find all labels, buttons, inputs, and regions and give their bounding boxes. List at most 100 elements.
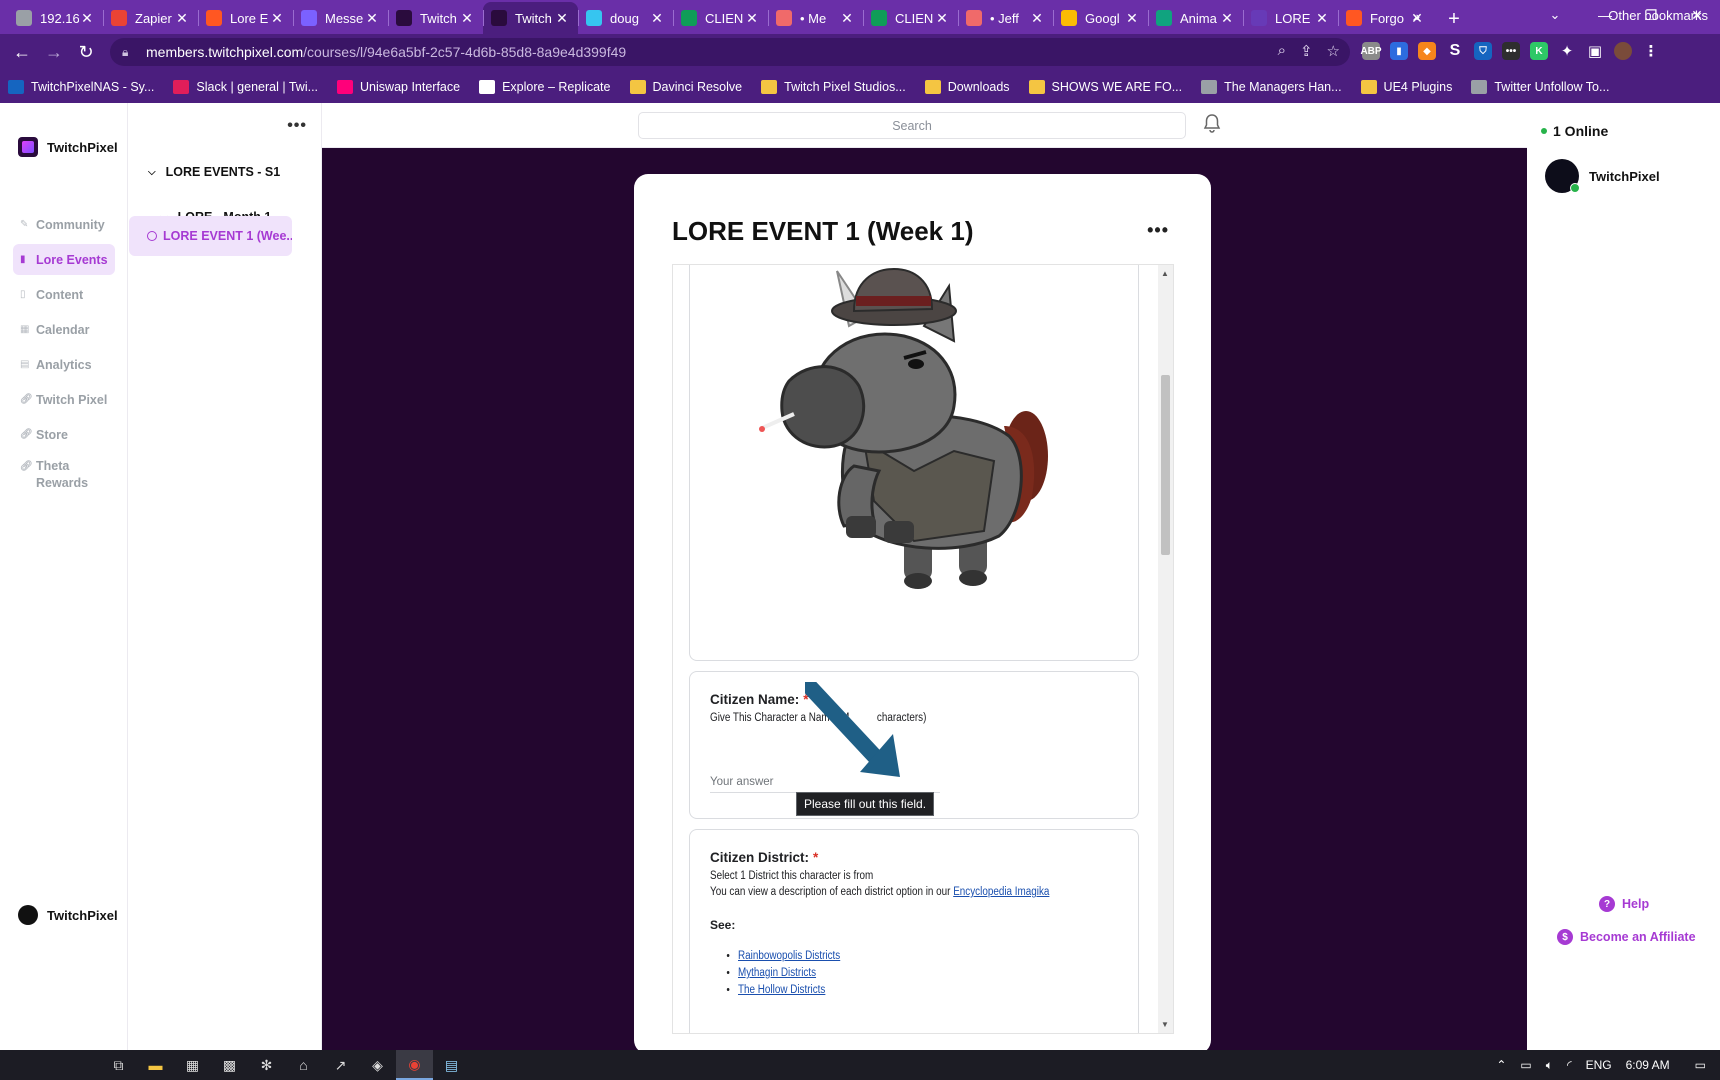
- browser-tab[interactable]: doug ✕: [578, 2, 673, 34]
- scrollbar-thumb[interactable]: [1161, 375, 1170, 555]
- close-tab-icon[interactable]: ✕: [934, 10, 950, 27]
- scroll-up-icon[interactable]: ▲: [1161, 269, 1169, 278]
- apps-grid-icon[interactable]: ▩: [211, 1050, 248, 1080]
- close-tab-icon[interactable]: ✕: [554, 10, 570, 27]
- share-icon[interactable]: ⇪: [1300, 42, 1313, 60]
- volume-icon[interactable]: 🔈︎: [1546, 1058, 1553, 1073]
- sidebar-item-lore-events[interactable]: ▮ Lore Events: [13, 244, 115, 275]
- bookmark-item[interactable]: Twitter Unfollow To...: [1471, 79, 1609, 94]
- forward-icon[interactable]: →: [38, 36, 70, 68]
- close-tab-icon[interactable]: ✕: [1314, 10, 1330, 27]
- calculator-icon[interactable]: ▦: [174, 1050, 211, 1080]
- close-tab-icon[interactable]: ✕: [744, 10, 760, 27]
- side-panel-icon[interactable]: ▣: [1586, 42, 1604, 60]
- bookmark-item[interactable]: Downloads: [924, 79, 1010, 94]
- network-app-icon[interactable]: ⌂: [285, 1050, 322, 1080]
- lesson-item-active[interactable]: LORE EVENT 1 (Wee...: [129, 216, 292, 256]
- brand[interactable]: TwitchPixel: [18, 137, 118, 157]
- sidebar-item-theta-rewards[interactable]: 🔗︎ Theta Rewards: [13, 454, 115, 494]
- close-tab-icon[interactable]: ✕: [1124, 10, 1140, 27]
- sidebar-item-analytics[interactable]: ▤ Analytics: [13, 349, 115, 380]
- tray-chevron-up-icon[interactable]: ⌃: [1496, 1058, 1506, 1072]
- sidebar-item-content[interactable]: ▯ Content: [13, 279, 115, 310]
- bell-icon[interactable]: [1202, 113, 1222, 135]
- snowflake-app-icon[interactable]: ✻: [248, 1050, 285, 1080]
- more-extension-icon[interactable]: •••: [1502, 42, 1520, 60]
- bookmark-item[interactable]: Slack | general | Twi...: [173, 79, 318, 94]
- puzzle-extensions-icon[interactable]: ✦: [1558, 42, 1576, 60]
- k-extension-icon[interactable]: K: [1530, 42, 1548, 60]
- browser-tab[interactable]: Messe ✕: [293, 2, 388, 34]
- district-link[interactable]: The Hollow Districts: [738, 984, 825, 996]
- browser-tab[interactable]: Lore E ✕: [198, 2, 293, 34]
- close-tab-icon[interactable]: ✕: [1219, 10, 1235, 27]
- bookmark-item[interactable]: SHOWS WE ARE FO...: [1028, 79, 1182, 94]
- browser-tab[interactable]: Twitch ✕: [483, 2, 578, 34]
- notepad-icon[interactable]: ▤: [433, 1050, 470, 1080]
- bookmarks-overflow-button[interactable]: »: [1413, 9, 1420, 24]
- sidebar-item-store[interactable]: 🔗︎ Store: [13, 419, 115, 450]
- stocks-app-icon[interactable]: ↗: [322, 1050, 359, 1080]
- bookmark-item[interactable]: The Managers Han...: [1201, 79, 1342, 94]
- user-profile[interactable]: TwitchPixel: [18, 905, 118, 925]
- browser-tab[interactable]: LORE ✕: [1243, 2, 1338, 34]
- district-link[interactable]: Mythagin Districts: [738, 967, 816, 979]
- browser-tab[interactable]: Zapier ✕: [103, 2, 198, 34]
- member-item[interactable]: TwitchPixel: [1545, 159, 1660, 193]
- bookmark-star-icon[interactable]: ☆: [1327, 42, 1340, 60]
- chrome-icon[interactable]: ◉: [396, 1050, 433, 1080]
- form-scrollbar[interactable]: ▲ ▼: [1158, 265, 1173, 1033]
- browser-tab[interactable]: • Me ✕: [768, 2, 863, 34]
- profile-avatar[interactable]: [1614, 42, 1632, 60]
- file-explorer-icon[interactable]: ▬: [137, 1050, 174, 1080]
- browser-tab[interactable]: Anima ✕: [1148, 2, 1243, 34]
- lesson-options-button[interactable]: •••: [1147, 220, 1169, 241]
- sidebar-item-twitch-pixel[interactable]: 🔗︎ Twitch Pixel: [13, 384, 115, 415]
- browser-menu-icon[interactable]: ⋮: [1642, 42, 1660, 60]
- wifi-icon[interactable]: ◜: [1567, 1058, 1572, 1072]
- course-options-button[interactable]: •••: [287, 117, 307, 135]
- bookmark-item[interactable]: UE4 Plugins: [1360, 79, 1452, 94]
- course-section[interactable]: ⌵ LORE EVENTS - S1: [148, 165, 280, 179]
- back-icon[interactable]: ←: [6, 36, 38, 68]
- language-indicator[interactable]: ENG: [1586, 1058, 1612, 1072]
- affiliate-button[interactable]: $ Become an Affiliate: [1557, 929, 1696, 945]
- bookmark-item[interactable]: TwitchPixelNAS - Sy...: [8, 79, 154, 94]
- task-view-icon[interactable]: ⧉: [100, 1050, 137, 1080]
- close-tab-icon[interactable]: ✕: [649, 10, 665, 27]
- tab-search-chevron-icon[interactable]: ⌄: [1540, 0, 1570, 30]
- metamask-extension-icon[interactable]: ◆: [1418, 42, 1436, 60]
- browser-tab[interactable]: Twitch ✕: [388, 2, 483, 34]
- address-bar[interactable]: 🔒︎ members.twitchpixel.com/courses/l/94e…: [110, 38, 1350, 66]
- browser-tab[interactable]: • Jeff ✕: [958, 2, 1053, 34]
- bookmark-item[interactable]: Uniswap Interface: [337, 79, 460, 94]
- browser-tab[interactable]: CLIEN ✕: [863, 2, 958, 34]
- adblock-extension-icon[interactable]: ABP: [1360, 42, 1382, 60]
- browser-tab[interactable]: Googl ✕: [1053, 2, 1148, 34]
- close-tab-icon[interactable]: ✕: [839, 10, 855, 27]
- close-tab-icon[interactable]: ✕: [1029, 10, 1045, 27]
- district-link[interactable]: Rainbowopolis Districts: [738, 950, 840, 962]
- zoom-icon[interactable]: ⌕: [1278, 42, 1286, 60]
- clock[interactable]: 6:09 AM: [1626, 1058, 1670, 1072]
- notifications-icon[interactable]: ▭: [1695, 1058, 1706, 1072]
- bookmark-item[interactable]: Twitch Pixel Studios...: [761, 79, 906, 94]
- other-bookmarks[interactable]: Other bookmarks: [1587, 8, 1708, 23]
- bookmark-item[interactable]: Explore – Replicate: [479, 79, 611, 94]
- bookmark-item[interactable]: Davinci Resolve: [629, 79, 742, 94]
- search-input[interactable]: Search: [638, 112, 1186, 139]
- reload-icon[interactable]: ↻: [70, 36, 102, 68]
- close-tab-icon[interactable]: ✕: [269, 10, 285, 27]
- close-tab-icon[interactable]: ✕: [364, 10, 380, 27]
- sidebar-item-calendar[interactable]: ▦ Calendar: [13, 314, 115, 345]
- battery-icon[interactable]: ▭: [1520, 1058, 1531, 1072]
- gamepad-icon[interactable]: ◈: [359, 1050, 396, 1080]
- sidebar-item-community[interactable]: ✎ Community: [13, 209, 115, 240]
- encyclopedia-link[interactable]: Encyclopedia Imagika: [953, 886, 1049, 898]
- s-extension-icon[interactable]: S: [1446, 42, 1464, 60]
- shield-extension-icon[interactable]: ⛉: [1474, 42, 1492, 60]
- browser-tab[interactable]: CLIEN ✕: [673, 2, 768, 34]
- browser-tab[interactable]: 192.16 ✕: [8, 2, 103, 34]
- scroll-down-icon[interactable]: ▼: [1161, 1020, 1169, 1029]
- close-tab-icon[interactable]: ✕: [174, 10, 190, 27]
